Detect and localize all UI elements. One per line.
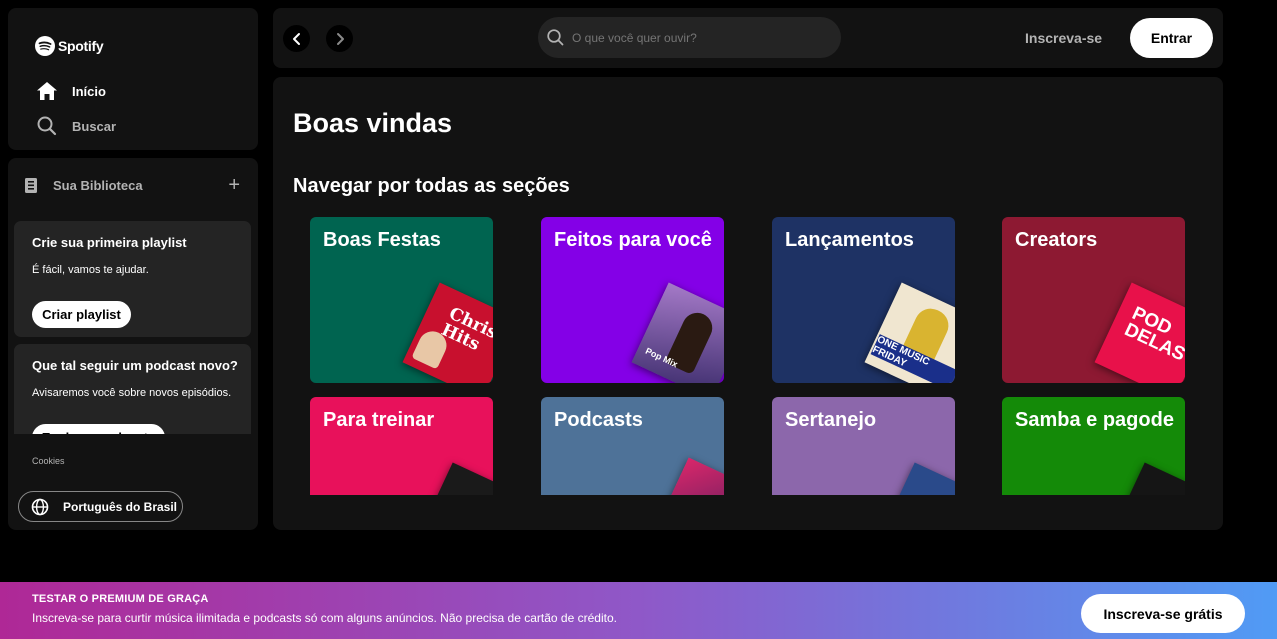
top-bar: Inscreva-se Entrar — [273, 8, 1223, 68]
create-playlist-subtitle: É fácil, vamos te ajudar. — [32, 264, 149, 276]
tile-cover-text: Christmas Hits — [438, 303, 493, 363]
spotify-logo[interactable]: Spotify — [35, 36, 104, 56]
search-icon — [547, 29, 564, 46]
chevron-left-icon — [292, 32, 300, 45]
language-button[interactable]: Português do Brasil — [18, 491, 183, 522]
tile-label: Sertanejo — [785, 409, 877, 431]
language-label: Português do Brasil — [63, 499, 178, 514]
nav-search-label: Buscar — [72, 118, 117, 134]
search-input[interactable] — [570, 27, 834, 49]
library-panel: Sua Biblioteca + Crie sua primeira playl… — [8, 158, 258, 530]
tile-cover-art: Christmas Hits — [402, 282, 493, 383]
back-button[interactable] — [283, 25, 310, 52]
nav-home-label: Início — [72, 83, 106, 99]
explore-podcasts-button[interactable]: Explorar podcasts — [32, 424, 165, 434]
tile-creators[interactable]: Creators POD DELAS — [1002, 217, 1185, 383]
tile-boas-festas[interactable]: Boas Festas Christmas Hits — [310, 217, 493, 383]
tile-lancamentos[interactable]: Lançamentos ONE MUSIC FRIDAY — [772, 217, 955, 383]
library-title: Sua Biblioteca — [53, 177, 143, 193]
create-playlist-button[interactable]: Criar playlist — [32, 301, 131, 328]
premium-banner: TESTAR O PREMIUM DE GRAÇA Inscreva-se pa… — [0, 582, 1277, 639]
tile-label: Para treinar — [323, 409, 435, 431]
main-content: Boas vindas Navegar por todas as seções … — [273, 77, 1223, 530]
search-icon — [37, 116, 57, 136]
tile-cover-art — [1107, 462, 1185, 495]
library-header[interactable]: Sua Biblioteca — [23, 176, 143, 194]
tile-label: Creators — [1015, 229, 1098, 251]
tile-label: Lançamentos — [785, 229, 914, 251]
login-button[interactable]: Entrar — [1130, 18, 1213, 58]
premium-signup-button[interactable]: Inscreva-se grátis — [1081, 594, 1245, 633]
tile-sertanejo[interactable]: Sertanejo — [772, 397, 955, 495]
follow-podcast-card: Que tal seguir um podcast novo? Avisarem… — [14, 344, 251, 434]
tile-podcasts[interactable]: Podcasts — [541, 397, 724, 495]
tile-cover-art — [651, 457, 724, 495]
banner-title: TESTAR O PREMIUM DE GRAÇA — [32, 593, 209, 605]
tile-cover-art — [877, 462, 955, 495]
tile-label: Boas Festas — [323, 229, 441, 251]
tile-cover-art: POD DELAS — [1094, 282, 1185, 383]
tile-feitos-para-voce[interactable]: Feitos para você Pop Mix — [541, 217, 724, 383]
tile-label: Samba e pagode — [1015, 409, 1174, 431]
home-icon — [37, 82, 57, 100]
chevron-right-icon — [336, 32, 344, 45]
create-playlist-title: Crie sua primeira playlist — [32, 235, 187, 250]
tile-para-treinar[interactable]: Para treinar — [310, 397, 493, 495]
tile-cover-text: POD DELAS — [1121, 302, 1185, 366]
follow-podcast-subtitle: Avisaremos você sobre novos episódios. — [32, 387, 232, 399]
forward-button[interactable] — [326, 25, 353, 52]
library-icon — [25, 178, 37, 193]
tile-samba-e-pagode[interactable]: Samba e pagode — [1002, 397, 1185, 495]
create-playlist-card: Crie sua primeira playlist É fácil, vamo… — [14, 221, 251, 337]
browse-grid: Boas Festas Christmas Hits Feitos para v… — [273, 77, 1223, 495]
tile-label: Feitos para você — [554, 229, 712, 251]
globe-icon — [31, 498, 49, 515]
spotify-logo-icon — [35, 36, 55, 56]
follow-podcast-title: Que tal seguir um podcast novo? — [32, 358, 238, 373]
tile-cover-art: ONE MUSIC FRIDAY — [864, 282, 955, 383]
sidebar-nav: Spotify Início Buscar — [8, 8, 258, 150]
add-library-button[interactable]: + — [228, 175, 240, 195]
banner-text: Inscreva-se para curtir música ilimitada… — [32, 611, 617, 625]
tile-label: Podcasts — [554, 409, 643, 431]
spotify-wordmark: Spotify — [58, 38, 104, 54]
nav-home[interactable]: Início — [36, 81, 106, 101]
search-bar[interactable] — [538, 17, 841, 58]
nav-search[interactable]: Buscar — [36, 116, 116, 136]
signup-link[interactable]: Inscreva-se — [1025, 30, 1102, 46]
tile-cover-art — [415, 462, 493, 495]
tile-cover-art: Pop Mix — [631, 282, 724, 383]
cookies-link[interactable]: Cookies — [32, 456, 65, 466]
